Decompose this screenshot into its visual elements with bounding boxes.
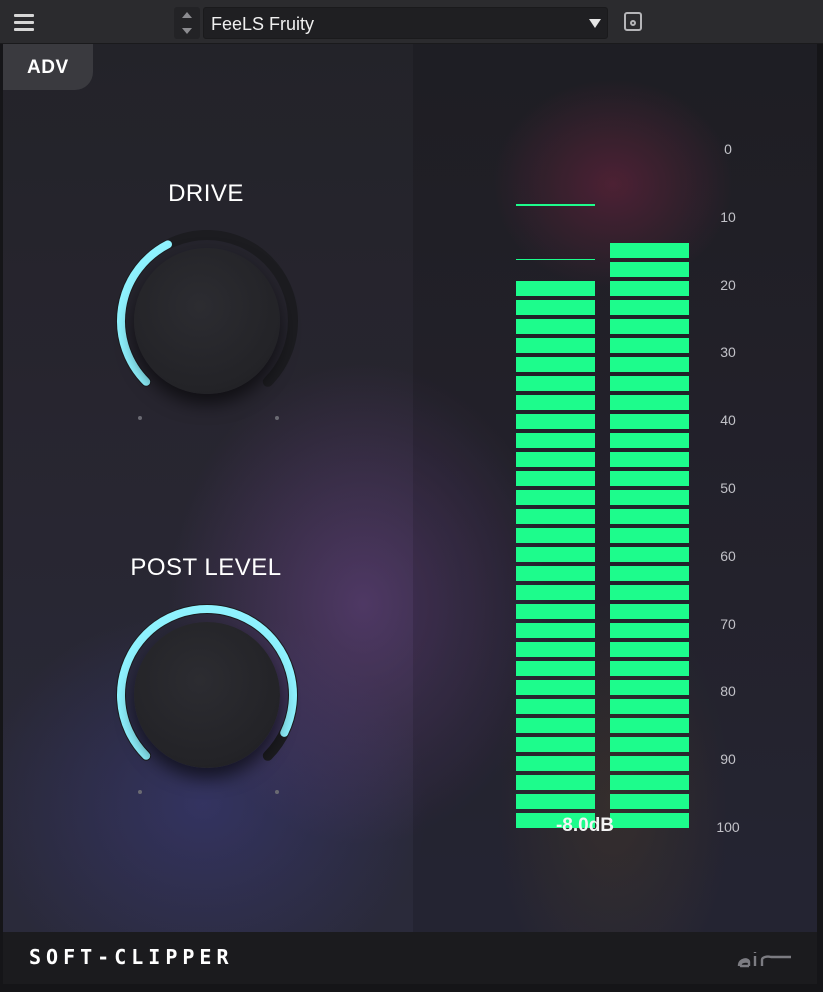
right-meter-segment bbox=[610, 794, 689, 809]
save-preset-icon[interactable] bbox=[624, 12, 642, 31]
preset-stepper[interactable] bbox=[174, 7, 200, 39]
footer: SOFT-CLIPPER bbox=[3, 932, 817, 984]
meter-scale-label: 60 bbox=[708, 548, 748, 564]
left-channel-meter bbox=[516, 44, 595, 932]
right-meter-segment bbox=[610, 566, 689, 581]
post-level-knob[interactable] bbox=[112, 600, 302, 790]
left-meter-segment bbox=[516, 376, 595, 391]
preset-next-icon[interactable] bbox=[182, 28, 192, 34]
right-meter-segment bbox=[610, 357, 689, 372]
left-meter-segment bbox=[516, 585, 595, 600]
right-meter-segment bbox=[610, 338, 689, 353]
post-level-label: POST LEVEL bbox=[76, 554, 336, 582]
left-meter-peak-hold bbox=[516, 204, 595, 206]
right-meter-segment bbox=[610, 604, 689, 619]
meter-scale-label: 40 bbox=[708, 412, 748, 428]
meter-scale-label: 50 bbox=[708, 480, 748, 496]
meter-scale-label: 20 bbox=[708, 277, 748, 293]
adv-button[interactable]: ADV bbox=[3, 44, 93, 90]
plugin-panel: ADV DRIVE POST LEVEL 0 10 20 30 40 50 60 70 80 90… bbox=[3, 44, 817, 932]
right-meter-segment bbox=[610, 661, 689, 676]
right-meter-segment bbox=[610, 528, 689, 543]
meter-scale-label: 30 bbox=[708, 344, 748, 360]
right-meter-segment bbox=[610, 471, 689, 486]
right-meter-segment bbox=[610, 699, 689, 714]
right-meter-segment bbox=[610, 585, 689, 600]
left-meter-segment bbox=[516, 737, 595, 752]
right-meter-segment bbox=[610, 509, 689, 524]
left-meter-segment bbox=[516, 566, 595, 581]
meter-scale-label: 10 bbox=[708, 209, 748, 225]
right-meter-segment bbox=[610, 718, 689, 733]
right-meter-segment bbox=[610, 262, 689, 277]
meter-scale-label: 90 bbox=[708, 751, 748, 767]
left-meter-segment bbox=[516, 490, 595, 505]
right-meter-segment bbox=[610, 642, 689, 657]
left-meter-segment bbox=[516, 300, 595, 315]
right-channel-meter bbox=[610, 44, 689, 932]
left-meter-segment bbox=[516, 452, 595, 467]
left-meter-segment bbox=[516, 623, 595, 638]
post-level-max-marker bbox=[275, 790, 279, 794]
left-meter-segment bbox=[516, 547, 595, 562]
drive-knob-face bbox=[134, 248, 280, 394]
left-meter-segment bbox=[516, 433, 595, 448]
left-meter-segment bbox=[516, 794, 595, 809]
adv-label: ADV bbox=[27, 57, 69, 79]
right-meter-segment bbox=[610, 623, 689, 638]
preset-select[interactable]: FeeLS Fruity bbox=[203, 7, 608, 39]
left-meter-segment bbox=[516, 509, 595, 524]
left-meter-segment bbox=[516, 395, 595, 410]
left-meter-segment bbox=[516, 604, 595, 619]
drive-knob[interactable] bbox=[112, 226, 302, 416]
left-meter-segment bbox=[516, 414, 595, 429]
drive-min-marker bbox=[138, 416, 142, 420]
right-meter-segment bbox=[610, 319, 689, 334]
air-logo-icon bbox=[735, 948, 795, 970]
left-meter-segment bbox=[516, 281, 595, 296]
chevron-down-icon bbox=[589, 19, 601, 28]
left-meter-segment bbox=[516, 699, 595, 714]
right-meter-segment bbox=[610, 300, 689, 315]
right-meter-segment bbox=[610, 775, 689, 790]
left-meter-segment bbox=[516, 528, 595, 543]
left-meter-segment bbox=[516, 338, 595, 353]
meter-scale-label: 0 bbox=[708, 141, 748, 157]
left-meter-segment bbox=[516, 471, 595, 486]
right-meter-segment bbox=[610, 680, 689, 695]
left-meter-segment bbox=[516, 718, 595, 733]
left-meter-level-marker bbox=[516, 259, 595, 260]
left-meter-segment bbox=[516, 775, 595, 790]
right-meter-segment bbox=[610, 547, 689, 562]
post-level-knob-face bbox=[134, 622, 280, 768]
post-level-min-marker bbox=[138, 790, 142, 794]
meter-scale-label: 70 bbox=[708, 616, 748, 632]
right-meter-segment bbox=[610, 281, 689, 296]
right-meter-segment bbox=[610, 452, 689, 467]
right-meter-segment bbox=[610, 433, 689, 448]
output-db-readout: -8.0dB bbox=[535, 815, 635, 837]
drive-max-marker bbox=[275, 416, 279, 420]
top-bar: FeeLS Fruity bbox=[0, 0, 823, 44]
left-meter-segment bbox=[516, 642, 595, 657]
right-meter-segment bbox=[610, 490, 689, 505]
meter-scale-label: 100 bbox=[708, 819, 748, 835]
right-meter-segment bbox=[610, 414, 689, 429]
right-meter-segment bbox=[610, 376, 689, 391]
left-meter-segment bbox=[516, 680, 595, 695]
left-meter-segment bbox=[516, 756, 595, 771]
hamburger-menu-icon[interactable] bbox=[14, 14, 34, 31]
left-meter-segment bbox=[516, 357, 595, 372]
drive-label: DRIVE bbox=[76, 180, 336, 208]
preset-name: FeeLS Fruity bbox=[211, 14, 314, 35]
left-meter-segment bbox=[516, 661, 595, 676]
preset-previous-icon[interactable] bbox=[182, 12, 192, 18]
left-meter-segment bbox=[516, 319, 595, 334]
meter-scale-label: 80 bbox=[708, 683, 748, 699]
right-meter-segment bbox=[610, 756, 689, 771]
right-meter-segment bbox=[610, 395, 689, 410]
product-name: SOFT-CLIPPER bbox=[29, 945, 234, 969]
right-meter-segment bbox=[610, 243, 689, 258]
right-meter-segment bbox=[610, 737, 689, 752]
